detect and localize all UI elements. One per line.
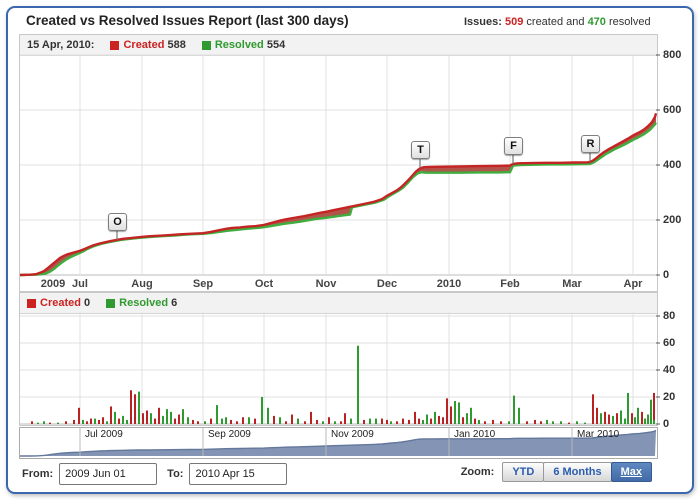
main-chart-panel: 15 Apr, 2010: Created 588 Resolved 554 [19, 34, 658, 292]
zoom-label: Zoom: [461, 466, 495, 478]
y-axis-tick-200: 200 [663, 214, 681, 226]
y-axis-tick-600: 600 [663, 104, 681, 116]
scrubber-label-Sep-2009: Sep 2009 [208, 429, 251, 440]
daily-y-axis-tick-20: 20 [663, 391, 675, 403]
legend-created-value: 588 [168, 39, 186, 51]
daily-legend-created-value: 0 [84, 297, 90, 309]
legend-date: 15 Apr, 2010: [27, 39, 94, 51]
event-flag-O[interactable]: O [108, 213, 127, 231]
created-swatch-icon [110, 41, 119, 50]
zoom-button-max[interactable]: Max [611, 462, 652, 482]
legend-resolved-label: Resolved [215, 39, 264, 51]
scrubber-label-Jan-2010: Jan 2010 [454, 429, 495, 440]
x-axis-label-Sep: Sep [193, 278, 213, 290]
resolved-swatch-icon [202, 41, 211, 50]
issues-created-suffix: created and [523, 16, 587, 28]
zoom-controls: Zoom: YTD6 MonthsMax [461, 462, 652, 482]
daily-chart-legend: Created 0 Resolved 6 [20, 293, 657, 314]
daily-legend-resolved-label: Resolved [119, 297, 168, 309]
x-axis-label-Jul: Jul [72, 278, 88, 290]
x-axis-label-2009: 2009 [41, 278, 65, 290]
x-axis-label-Dec: Dec [377, 278, 397, 290]
x-axis-label-Nov: Nov [316, 278, 337, 290]
y-axis-tick-800: 800 [663, 49, 681, 61]
y-axis-tick-400: 400 [663, 159, 681, 171]
daily-y-axis-tick-40: 40 [663, 364, 675, 376]
date-range-controls: From: To: [22, 463, 287, 485]
event-flag-T[interactable]: T [411, 141, 430, 159]
scrubber-label-Jul-2009: Jul 2009 [85, 429, 123, 440]
x-axis-label-Feb: Feb [500, 278, 520, 290]
page-title: Created vs Resolved Issues Report (last … [26, 13, 349, 28]
created-swatch-icon [27, 299, 36, 308]
x-axis-label-Mar: Mar [562, 278, 582, 290]
issues-label: Issues: [464, 16, 502, 28]
y-axis-tick-0: 0 [663, 269, 669, 281]
main-chart-legend: 15 Apr, 2010: Created 588 Resolved 554 [20, 35, 657, 56]
legend-resolved-value: 554 [267, 39, 285, 51]
issues-resolved-count: 470 [588, 16, 606, 28]
event-flag-R[interactable]: R [581, 135, 600, 153]
issues-resolved-suffix: resolved [606, 16, 651, 28]
zoom-button-ytd[interactable]: YTD [502, 462, 544, 482]
x-axis-label-Aug: Aug [131, 278, 152, 290]
issues-summary: Issues: 509 created and 470 resolved [464, 16, 686, 28]
from-date-input[interactable] [59, 463, 157, 485]
scrubber-label-Mar-2010: Mar 2010 [577, 429, 619, 440]
to-label: To: [167, 468, 183, 480]
scrubber-label-Nov-2009: Nov 2009 [331, 429, 374, 440]
issues-created-count: 509 [505, 16, 523, 28]
zoom-button-6-months[interactable]: 6 Months [543, 462, 611, 482]
x-axis-label-2010: 2010 [437, 278, 461, 290]
daily-y-axis-tick-60: 60 [663, 337, 675, 349]
x-axis-label-Oct: Oct [255, 278, 273, 290]
x-axis-label-Apr: Apr [624, 278, 643, 290]
daily-legend-resolved-value: 6 [171, 297, 177, 309]
legend-created-label: Created [123, 39, 164, 51]
daily-chart-panel: Created 0 Resolved 6 [19, 292, 658, 426]
event-flag-F[interactable]: F [504, 137, 523, 155]
resolved-swatch-icon [106, 299, 115, 308]
daily-y-axis-tick-0: 0 [663, 418, 669, 430]
from-label: From: [22, 468, 53, 480]
to-date-input[interactable] [189, 463, 287, 485]
daily-y-axis-tick-80: 80 [663, 310, 675, 322]
daily-legend-created-label: Created [40, 297, 81, 309]
